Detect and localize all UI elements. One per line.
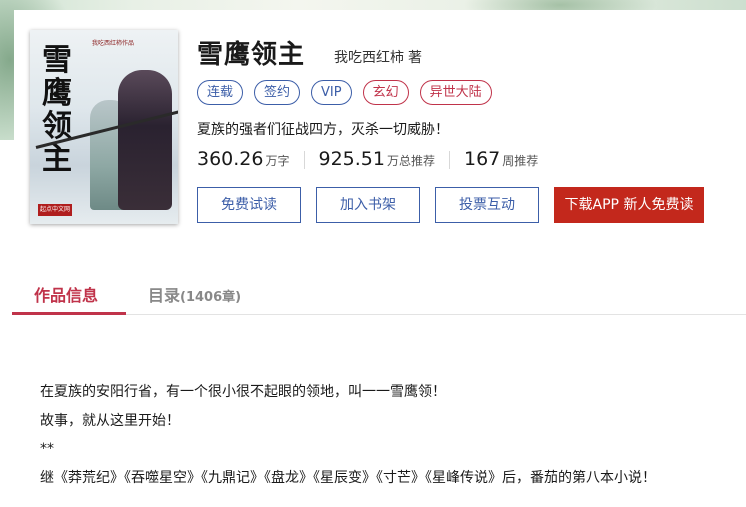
cover-title-art: 雪鹰领主 [42,43,72,177]
stat-weekly-recommend-unit: 周推荐 [502,154,539,168]
tag-signed: 签约 [254,80,301,105]
vote-button[interactable]: 投票互动 [435,187,539,223]
stat-divider [449,151,450,169]
stat-total-recommend-value: 925.51 [318,148,385,170]
cover-publisher-logo: 起点中文网 [38,204,73,216]
description-line: ** [40,441,54,457]
free-trial-button[interactable]: 免费试读 [197,187,301,223]
book-stats: 360.26 万字 925.51 万总推荐 167 周推荐 [197,148,538,172]
tab-catalog-count: (1406章) [180,290,242,305]
tab-catalog[interactable]: 目录(1406章) [148,282,241,306]
description-line: 在夏族的安阳行省，有一个很小很不起眼的领地，叫一一雪鹰领！ [40,384,446,400]
description-line: 继《莽荒纪》《吞噬星空》《九鼎记》《盘龙》《星辰变》《寸芒》《星峰传说》后，番茄… [40,469,656,486]
book-description: 在夏族的安阳行省，有一个很小很不起眼的领地，叫一一雪鹰领！ 故事，就从这里开始！… [40,378,656,492]
stat-weekly-recommend: 167 周推荐 [464,148,538,170]
stat-word-count-value: 360.26 [197,148,264,170]
author: 我吃西红柿著 [334,47,422,67]
tag-subcategory[interactable]: 异世大陆 [419,80,492,105]
detail-tabs: 作品信息 目录(1406章) [12,270,746,315]
description-line: 故事，就从这里开始！ [40,412,180,429]
book-title: 雪鹰领主 [197,40,306,70]
stat-total-recommend: 925.51 万总推荐 [319,148,436,170]
stat-divider [303,151,305,169]
add-to-shelf-button[interactable]: 加入书架 [316,187,420,223]
author-name[interactable]: 我吃西红柿 [334,50,404,66]
author-suffix: 著 [408,50,422,66]
cover-figure-dark [118,70,172,210]
book-cover[interactable]: 我吃西红柿作品 雪鹰领主 起点中文网 [30,30,178,224]
tag-category[interactable]: 玄幻 [362,80,409,105]
book-intro: 夏族的强者们征战四方，灭杀一切威胁！ [197,122,449,138]
tab-catalog-label: 目录 [148,286,181,305]
cover-top-text: 我吃西红柿作品 [92,40,135,47]
download-app-button[interactable]: 下载APP 新人免费读 [554,187,704,223]
action-buttons: 免费试读 加入书架 投票互动 下载APP 新人免费读 [197,187,704,223]
active-tab-indicator [12,312,126,315]
tag-vip: VIP [311,80,352,105]
stat-total-recommend-unit: 万总推荐 [386,154,435,168]
stat-word-count: 360.26 万字 [197,148,290,170]
stat-weekly-recommend-value: 167 [464,148,501,170]
tag-list: 连载 签约 VIP 玄幻 异世大陆 [197,80,503,105]
tab-book-info[interactable]: 作品信息 [34,282,98,306]
stat-word-count-unit: 万字 [265,154,290,168]
tag-status: 连载 [197,80,244,105]
